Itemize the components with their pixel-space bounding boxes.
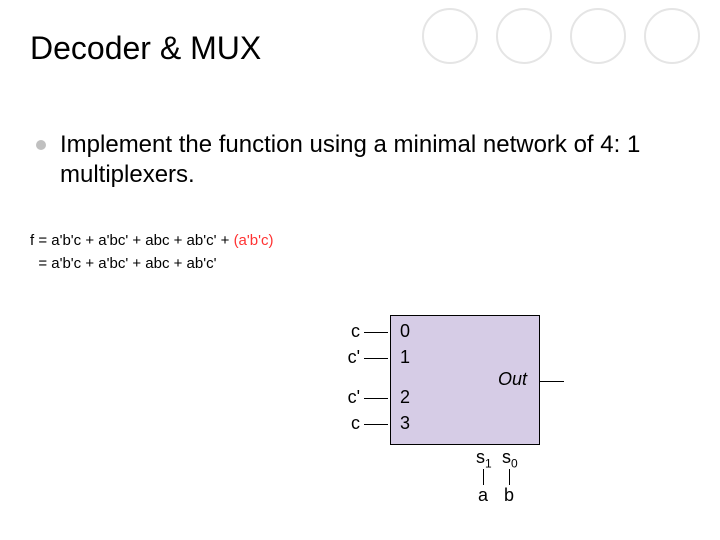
circle-icon [422,8,478,64]
mux-sel-label-1: s1 [476,447,492,471]
mux-sel-input-a: a [478,485,488,506]
bullet-icon [36,140,46,150]
sel-sub: 0 [511,457,518,471]
mux-diagram: c 0 c' 1 c' 2 c 3 Out s1 s0 a b [300,315,640,515]
mux-input-wire [364,358,388,359]
decorative-circles [422,8,700,64]
mux-out-wire [540,381,564,382]
mux-sel-wire [509,469,510,485]
mux-num-1: 1 [400,347,410,368]
equation-line-1: f = a'b'c + a'bc' + abc + ab'c' + (a'b'c… [30,230,273,253]
eq1-highlight: (a'b'c) [234,232,274,249]
mux-input-wire [364,332,388,333]
page-title: Decoder & MUX [30,30,261,67]
equation-block: f = a'b'c + a'bc' + abc + ab'c' + (a'b'c… [30,230,273,275]
mux-input-label-3: c [330,413,360,434]
mux-input-label-1: c' [330,347,360,368]
mux-out-label: Out [498,369,527,390]
mux-input-label-2: c' [330,387,360,408]
mux-input-wire [364,398,388,399]
bullet-text: Implement the function using a minimal n… [60,130,700,190]
mux-num-2: 2 [400,387,410,408]
circle-icon [644,8,700,64]
equation-line-2: = a'b'c + a'bc' + abc + ab'c' [30,253,273,276]
circle-icon [496,8,552,64]
mux-num-3: 3 [400,413,410,434]
bullet-item: Implement the function using a minimal n… [36,130,700,190]
mux-input-label-0: c [330,321,360,342]
sel-s: s [502,447,511,467]
sel-s: s [476,447,485,467]
eq1-pre: f = a'b'c + a'bc' + abc + ab'c' + [30,232,234,249]
mux-num-0: 0 [400,321,410,342]
mux-sel-label-0: s0 [502,447,518,471]
circle-icon [570,8,626,64]
mux-input-wire [364,424,388,425]
mux-sel-input-b: b [504,485,514,506]
sel-sub: 1 [485,457,492,471]
mux-sel-wire [483,469,484,485]
